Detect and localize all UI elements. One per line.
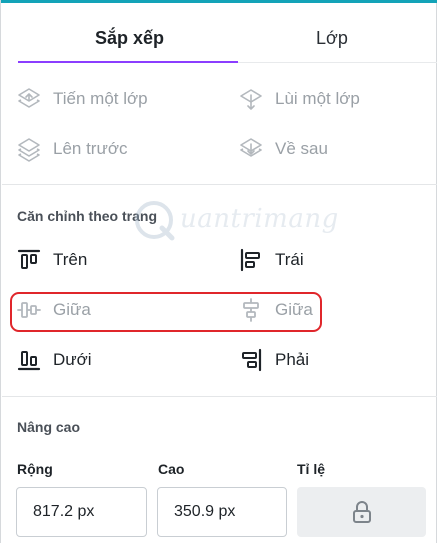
send-backward-icon: [240, 89, 262, 110]
top-accent-strip: [1, 0, 437, 3]
align-right-button[interactable]: Phải: [238, 345, 309, 375]
tab-track: [238, 62, 437, 63]
height-input[interactable]: 350.9 px: [157, 487, 287, 537]
height-label: Cao: [158, 461, 185, 477]
backward-label: Lùi một lớp: [275, 89, 360, 108]
align-left-button[interactable]: Trái: [238, 245, 304, 275]
forward-button[interactable]: Tiến một lớp: [16, 84, 148, 114]
forward-label: Tiến một lớp: [53, 89, 148, 108]
align-left-icon: [240, 248, 260, 272]
align-left-label: Trái: [275, 250, 304, 269]
to-back-label: Về sau: [275, 139, 328, 158]
watermark-text: uantrimang: [180, 204, 339, 234]
align-right-icon: [242, 348, 262, 372]
align-bottom-label: Dưới: [53, 350, 92, 369]
to-front-button[interactable]: Lên trước: [16, 134, 128, 164]
width-input[interactable]: 817.2 px: [16, 487, 147, 537]
divider: [2, 184, 437, 185]
align-bottom-button[interactable]: Dưới: [16, 345, 92, 375]
ratio-label: Tỉ lệ: [297, 461, 326, 477]
align-bottom-icon: [17, 351, 41, 371]
watermark-q-icon: [135, 201, 175, 241]
align-top-icon: [17, 249, 41, 269]
to-back-button[interactable]: Về sau: [238, 134, 328, 164]
align-top-label: Trên: [53, 250, 88, 269]
divider: [2, 396, 437, 397]
align-right-label: Phải: [275, 350, 310, 369]
active-tab-indicator: [18, 61, 238, 63]
to-front-label: Lên trước: [53, 139, 128, 158]
tab-layers[interactable]: Lớp: [316, 28, 348, 49]
align-top-button[interactable]: Trên: [16, 245, 87, 275]
advanced-section-title: Nâng cao: [17, 419, 81, 435]
backward-button[interactable]: Lùi một lớp: [238, 84, 360, 114]
aspect-ratio-lock-button[interactable]: [297, 487, 426, 537]
send-to-back-icon: [240, 138, 262, 157]
width-label: Rộng: [17, 461, 53, 477]
watermark-logo: uantrimang: [132, 196, 354, 246]
bring-forward-icon: [18, 88, 40, 108]
bring-to-front-icon: [18, 138, 40, 162]
red-highlight-box: [10, 292, 322, 332]
arrange-panel: Sắp xếp Lớp Tiến một lớp Lùi một lớp Lên…: [0, 0, 437, 543]
tab-arrange[interactable]: Sắp xếp: [95, 28, 164, 49]
lock-icon: [352, 501, 371, 523]
